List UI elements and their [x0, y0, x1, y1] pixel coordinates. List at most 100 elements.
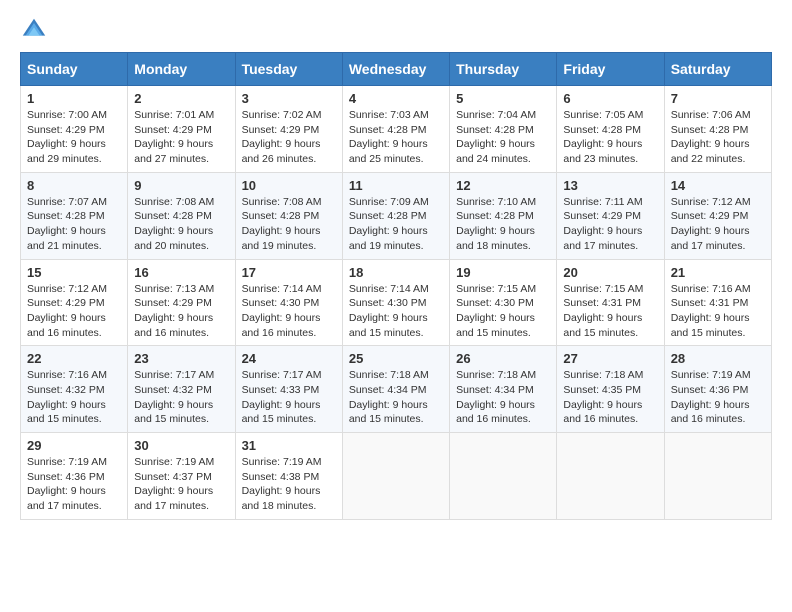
cell-content: Sunrise: 7:09 AMSunset: 4:28 PMDaylight:… [349, 195, 443, 254]
day-number: 23 [134, 351, 228, 366]
calendar-cell: 27 Sunrise: 7:18 AMSunset: 4:35 PMDaylig… [557, 346, 664, 433]
calendar-cell: 1 Sunrise: 7:00 AMSunset: 4:29 PMDayligh… [21, 86, 128, 173]
day-number: 4 [349, 91, 443, 106]
cell-content: Sunrise: 7:08 AMSunset: 4:28 PMDaylight:… [242, 195, 336, 254]
calendar-week-row: 15 Sunrise: 7:12 AMSunset: 4:29 PMDaylig… [21, 259, 772, 346]
calendar-cell: 4 Sunrise: 7:03 AMSunset: 4:28 PMDayligh… [342, 86, 449, 173]
day-number: 16 [134, 265, 228, 280]
logo [20, 16, 52, 44]
cell-content: Sunrise: 7:06 AMSunset: 4:28 PMDaylight:… [671, 108, 765, 167]
day-number: 7 [671, 91, 765, 106]
weekday-header-saturday: Saturday [664, 53, 771, 86]
day-number: 2 [134, 91, 228, 106]
weekday-header-monday: Monday [128, 53, 235, 86]
calendar-cell [664, 433, 771, 520]
day-number: 12 [456, 178, 550, 193]
weekday-header-wednesday: Wednesday [342, 53, 449, 86]
cell-content: Sunrise: 7:13 AMSunset: 4:29 PMDaylight:… [134, 282, 228, 341]
cell-content: Sunrise: 7:08 AMSunset: 4:28 PMDaylight:… [134, 195, 228, 254]
logo-icon [20, 16, 48, 44]
calendar-cell: 24 Sunrise: 7:17 AMSunset: 4:33 PMDaylig… [235, 346, 342, 433]
calendar-cell: 13 Sunrise: 7:11 AMSunset: 4:29 PMDaylig… [557, 172, 664, 259]
calendar-cell: 22 Sunrise: 7:16 AMSunset: 4:32 PMDaylig… [21, 346, 128, 433]
day-number: 30 [134, 438, 228, 453]
calendar-cell: 5 Sunrise: 7:04 AMSunset: 4:28 PMDayligh… [450, 86, 557, 173]
weekday-header-friday: Friday [557, 53, 664, 86]
cell-content: Sunrise: 7:01 AMSunset: 4:29 PMDaylight:… [134, 108, 228, 167]
day-number: 15 [27, 265, 121, 280]
cell-content: Sunrise: 7:05 AMSunset: 4:28 PMDaylight:… [563, 108, 657, 167]
calendar-cell: 15 Sunrise: 7:12 AMSunset: 4:29 PMDaylig… [21, 259, 128, 346]
calendar-week-row: 22 Sunrise: 7:16 AMSunset: 4:32 PMDaylig… [21, 346, 772, 433]
day-number: 14 [671, 178, 765, 193]
calendar-cell: 31 Sunrise: 7:19 AMSunset: 4:38 PMDaylig… [235, 433, 342, 520]
calendar-cell: 2 Sunrise: 7:01 AMSunset: 4:29 PMDayligh… [128, 86, 235, 173]
day-number: 18 [349, 265, 443, 280]
calendar-cell: 30 Sunrise: 7:19 AMSunset: 4:37 PMDaylig… [128, 433, 235, 520]
day-number: 10 [242, 178, 336, 193]
calendar-cell: 26 Sunrise: 7:18 AMSunset: 4:34 PMDaylig… [450, 346, 557, 433]
cell-content: Sunrise: 7:14 AMSunset: 4:30 PMDaylight:… [242, 282, 336, 341]
day-number: 25 [349, 351, 443, 366]
calendar-week-row: 8 Sunrise: 7:07 AMSunset: 4:28 PMDayligh… [21, 172, 772, 259]
cell-content: Sunrise: 7:12 AMSunset: 4:29 PMDaylight:… [671, 195, 765, 254]
cell-content: Sunrise: 7:18 AMSunset: 4:34 PMDaylight:… [349, 368, 443, 427]
cell-content: Sunrise: 7:11 AMSunset: 4:29 PMDaylight:… [563, 195, 657, 254]
weekday-header-sunday: Sunday [21, 53, 128, 86]
day-number: 22 [27, 351, 121, 366]
weekday-header-tuesday: Tuesday [235, 53, 342, 86]
cell-content: Sunrise: 7:18 AMSunset: 4:34 PMDaylight:… [456, 368, 550, 427]
calendar-cell: 3 Sunrise: 7:02 AMSunset: 4:29 PMDayligh… [235, 86, 342, 173]
calendar-cell: 28 Sunrise: 7:19 AMSunset: 4:36 PMDaylig… [664, 346, 771, 433]
day-number: 8 [27, 178, 121, 193]
day-number: 28 [671, 351, 765, 366]
day-number: 1 [27, 91, 121, 106]
cell-content: Sunrise: 7:17 AMSunset: 4:33 PMDaylight:… [242, 368, 336, 427]
calendar-week-row: 1 Sunrise: 7:00 AMSunset: 4:29 PMDayligh… [21, 86, 772, 173]
cell-content: Sunrise: 7:18 AMSunset: 4:35 PMDaylight:… [563, 368, 657, 427]
calendar-cell: 7 Sunrise: 7:06 AMSunset: 4:28 PMDayligh… [664, 86, 771, 173]
cell-content: Sunrise: 7:12 AMSunset: 4:29 PMDaylight:… [27, 282, 121, 341]
day-number: 24 [242, 351, 336, 366]
cell-content: Sunrise: 7:03 AMSunset: 4:28 PMDaylight:… [349, 108, 443, 167]
calendar-cell [450, 433, 557, 520]
calendar-cell [557, 433, 664, 520]
cell-content: Sunrise: 7:19 AMSunset: 4:36 PMDaylight:… [671, 368, 765, 427]
cell-content: Sunrise: 7:04 AMSunset: 4:28 PMDaylight:… [456, 108, 550, 167]
cell-content: Sunrise: 7:07 AMSunset: 4:28 PMDaylight:… [27, 195, 121, 254]
weekday-header-row: SundayMondayTuesdayWednesdayThursdayFrid… [21, 53, 772, 86]
calendar-cell: 6 Sunrise: 7:05 AMSunset: 4:28 PMDayligh… [557, 86, 664, 173]
day-number: 19 [456, 265, 550, 280]
cell-content: Sunrise: 7:15 AMSunset: 4:31 PMDaylight:… [563, 282, 657, 341]
cell-content: Sunrise: 7:16 AMSunset: 4:31 PMDaylight:… [671, 282, 765, 341]
calendar-cell [342, 433, 449, 520]
cell-content: Sunrise: 7:17 AMSunset: 4:32 PMDaylight:… [134, 368, 228, 427]
cell-content: Sunrise: 7:19 AMSunset: 4:38 PMDaylight:… [242, 455, 336, 514]
page-header [20, 16, 772, 44]
day-number: 20 [563, 265, 657, 280]
cell-content: Sunrise: 7:15 AMSunset: 4:30 PMDaylight:… [456, 282, 550, 341]
day-number: 17 [242, 265, 336, 280]
day-number: 11 [349, 178, 443, 193]
calendar-cell: 25 Sunrise: 7:18 AMSunset: 4:34 PMDaylig… [342, 346, 449, 433]
day-number: 27 [563, 351, 657, 366]
calendar-cell: 14 Sunrise: 7:12 AMSunset: 4:29 PMDaylig… [664, 172, 771, 259]
calendar-cell: 20 Sunrise: 7:15 AMSunset: 4:31 PMDaylig… [557, 259, 664, 346]
day-number: 3 [242, 91, 336, 106]
calendar-week-row: 29 Sunrise: 7:19 AMSunset: 4:36 PMDaylig… [21, 433, 772, 520]
cell-content: Sunrise: 7:14 AMSunset: 4:30 PMDaylight:… [349, 282, 443, 341]
day-number: 21 [671, 265, 765, 280]
calendar-cell: 19 Sunrise: 7:15 AMSunset: 4:30 PMDaylig… [450, 259, 557, 346]
weekday-header-thursday: Thursday [450, 53, 557, 86]
calendar-cell: 18 Sunrise: 7:14 AMSunset: 4:30 PMDaylig… [342, 259, 449, 346]
day-number: 6 [563, 91, 657, 106]
cell-content: Sunrise: 7:19 AMSunset: 4:37 PMDaylight:… [134, 455, 228, 514]
cell-content: Sunrise: 7:00 AMSunset: 4:29 PMDaylight:… [27, 108, 121, 167]
calendar-table: SundayMondayTuesdayWednesdayThursdayFrid… [20, 52, 772, 520]
calendar-cell: 8 Sunrise: 7:07 AMSunset: 4:28 PMDayligh… [21, 172, 128, 259]
day-number: 29 [27, 438, 121, 453]
calendar-cell: 12 Sunrise: 7:10 AMSunset: 4:28 PMDaylig… [450, 172, 557, 259]
day-number: 31 [242, 438, 336, 453]
calendar-cell: 17 Sunrise: 7:14 AMSunset: 4:30 PMDaylig… [235, 259, 342, 346]
cell-content: Sunrise: 7:19 AMSunset: 4:36 PMDaylight:… [27, 455, 121, 514]
